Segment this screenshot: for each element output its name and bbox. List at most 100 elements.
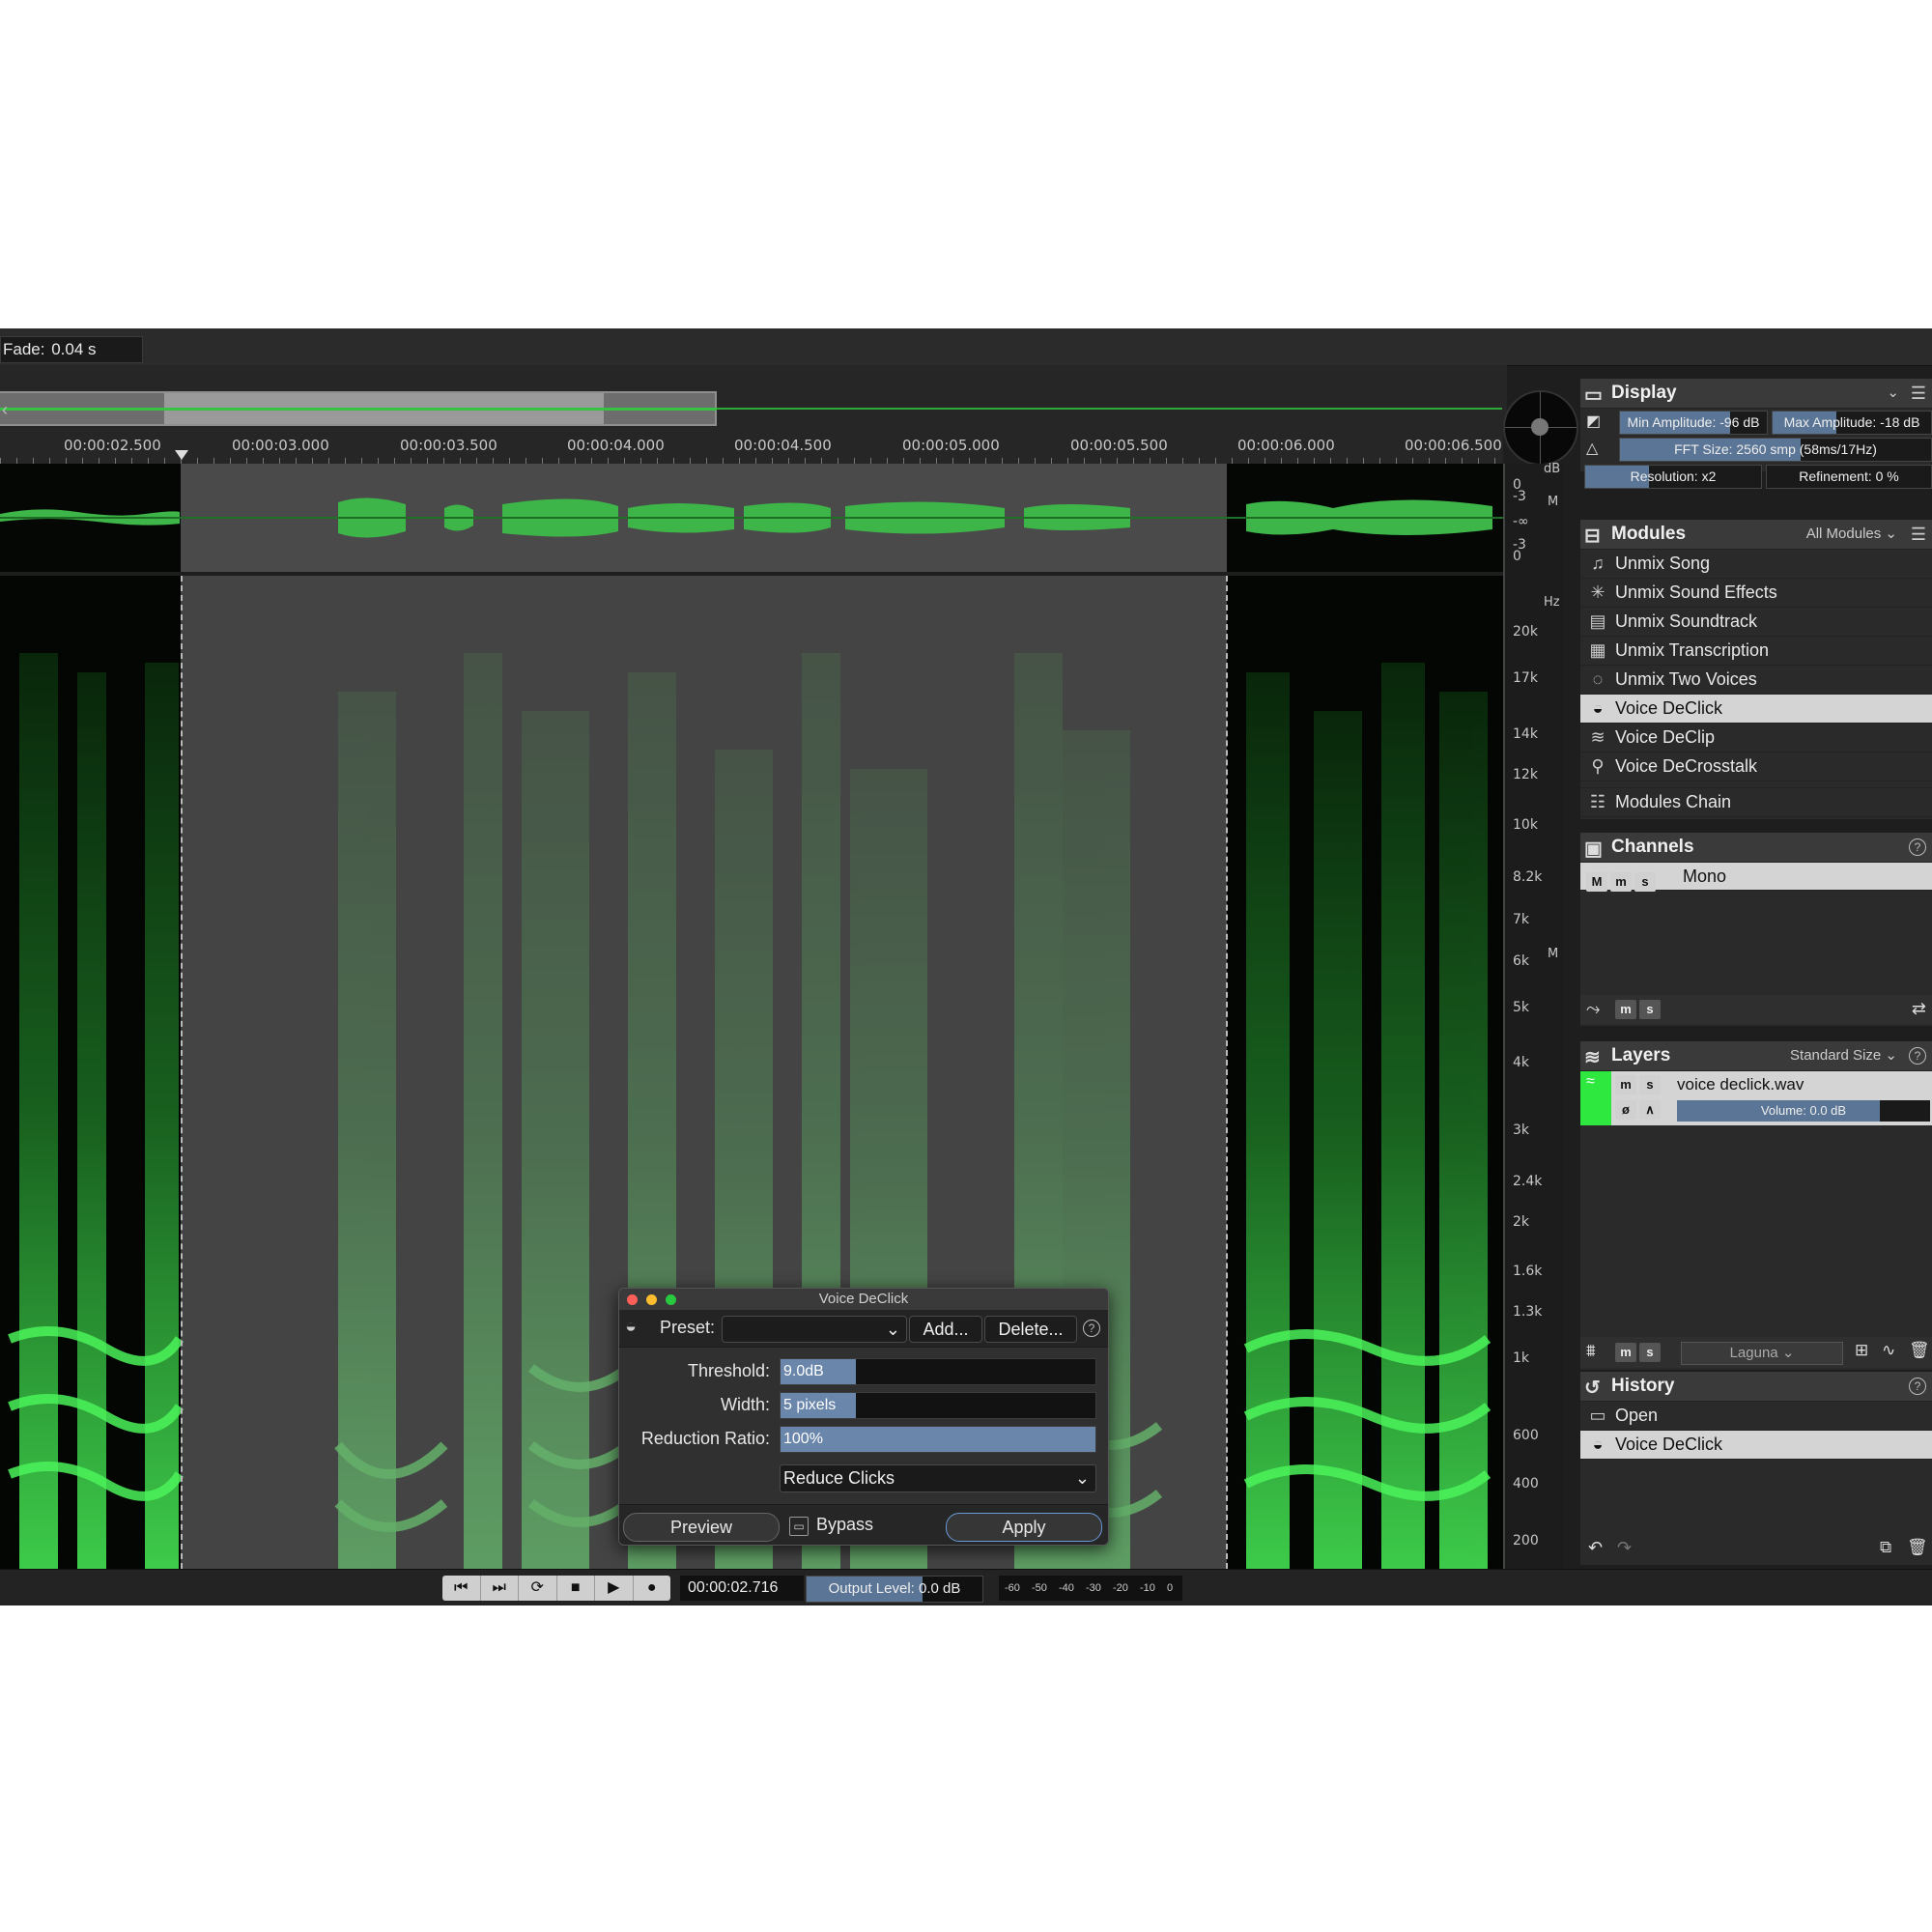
trash-icon[interactable]: 🗑 xyxy=(1907,1538,1928,1557)
waveform-view[interactable] xyxy=(0,464,1503,572)
min-amplitude-slider[interactable]: Min Amplitude: -96 dB xyxy=(1619,411,1768,435)
layer-solo-button[interactable]: s xyxy=(1639,1075,1661,1094)
width-slider[interactable]: 5 pixels xyxy=(780,1392,1096,1419)
spectrogram-navigator[interactable] xyxy=(1503,390,1578,466)
history-item-declick[interactable]: ◒ Voice DeClick xyxy=(1580,1431,1932,1460)
hz-axis-label: 1.6k xyxy=(1513,1264,1543,1279)
level-meter: -60 -50 -40 -30 -20 -10 0 xyxy=(999,1576,1182,1601)
overview-timeline[interactable]: ‹ xyxy=(0,365,1507,431)
channel-solo-button[interactable]: s xyxy=(1634,872,1656,892)
module-item[interactable]: ≋ Voice DeClip xyxy=(1580,724,1932,753)
layer-mute-button[interactable]: m xyxy=(1615,1075,1636,1094)
module-item[interactable]: ⚲ Voice DeCrosstalk xyxy=(1580,753,1932,781)
envelope-icon[interactable]: ∧ xyxy=(1639,1100,1661,1120)
menu-icon[interactable]: ☰ xyxy=(1911,520,1926,549)
play-icon[interactable]: ▶ xyxy=(595,1576,634,1601)
module-item[interactable]: ◒ Voice DeClick xyxy=(1580,695,1932,724)
module-item[interactable]: ▦ Unmix Transcription xyxy=(1580,637,1932,666)
selection-end-line[interactable] xyxy=(1226,576,1228,1569)
skip-start-icon[interactable]: ⏮ xyxy=(442,1576,481,1601)
playhead-marker[interactable] xyxy=(175,450,188,460)
preset-add-button[interactable]: Add... xyxy=(909,1316,982,1343)
modules-header[interactable]: ⊟ Modules All Modules ⌄ ☰ xyxy=(1580,520,1932,550)
display-header[interactable]: ▭ Display ⌄ ☰ xyxy=(1580,379,1932,409)
dialog-titlebar[interactable]: Voice DeClick xyxy=(619,1289,1108,1310)
preset-select[interactable]: ⌄ xyxy=(722,1316,907,1343)
layers-mute-all[interactable]: m xyxy=(1615,1343,1636,1362)
layer-volume-slider[interactable]: Volume: 0.0 dB xyxy=(1677,1100,1930,1122)
stop-icon[interactable]: ■ xyxy=(557,1576,595,1601)
module-item[interactable]: ▤ Unmix Soundtrack xyxy=(1580,608,1932,637)
channel-mute-button[interactable]: m xyxy=(1610,872,1632,892)
layer-preset-select[interactable]: Laguna ⌄ xyxy=(1681,1342,1843,1365)
help-icon[interactable]: ? xyxy=(1909,1047,1926,1065)
layer-size-select[interactable]: Standard Size ⌄ xyxy=(1790,1041,1897,1070)
modules-chain-item[interactable]: ☷ Modules Chain xyxy=(1580,787,1932,817)
help-icon[interactable]: ? xyxy=(1909,838,1926,856)
bypass-icon[interactable]: ▭ xyxy=(789,1517,809,1536)
skip-end-icon[interactable]: ⏭ xyxy=(481,1576,519,1601)
close-icon[interactable] xyxy=(627,1294,638,1305)
layer-color-swatch[interactable] xyxy=(1580,1071,1611,1125)
threshold-label: Threshold: xyxy=(687,1361,770,1380)
bypass-label[interactable]: Bypass xyxy=(816,1515,873,1535)
module-item[interactable]: ✳ Unmix Sound Effects xyxy=(1580,579,1932,608)
clapper-icon: ▤ xyxy=(1589,611,1606,631)
zoom-icon[interactable] xyxy=(666,1294,676,1305)
minimize-icon[interactable] xyxy=(646,1294,657,1305)
channels-header[interactable]: ▣ Channels ? xyxy=(1580,833,1932,863)
meter-label: -10 xyxy=(1140,1582,1155,1594)
channel-m-button[interactable]: M xyxy=(1586,872,1607,892)
help-icon[interactable]: ? xyxy=(1909,1378,1926,1395)
channel-row-mono[interactable]: Mms Mono xyxy=(1580,863,1932,892)
channels-solo-all[interactable]: s xyxy=(1639,1000,1661,1019)
layer-row[interactable]: ≈ ms voice declick.wav ø ∧ Volume: 0.0 dB xyxy=(1580,1071,1932,1125)
fade-field[interactable]: Fade: 0.04 s xyxy=(0,336,143,363)
fft-size-slider[interactable]: FFT Size: 2560 smp (58ms/17Hz) xyxy=(1619,438,1932,462)
phase-invert-icon[interactable]: ø xyxy=(1615,1100,1636,1120)
history-item-open[interactable]: ▭ Open xyxy=(1580,1402,1932,1431)
shuffle-icon[interactable]: ⇄ xyxy=(1912,999,1926,1019)
trash-icon[interactable]: 🗑 xyxy=(1909,1341,1930,1360)
refinement-slider[interactable]: Refinement: 0 % xyxy=(1766,465,1932,489)
layers-header[interactable]: ≋ Layers Standard Size ⌄ ? xyxy=(1580,1041,1932,1071)
modules-filter[interactable]: All Modules ⌄ xyxy=(1806,520,1897,549)
selection-start-line[interactable] xyxy=(181,576,183,1569)
record-icon[interactable]: ● xyxy=(634,1576,671,1601)
mode-select[interactable]: Reduce Clicks ⌄ xyxy=(780,1464,1096,1492)
help-icon[interactable]: ? xyxy=(1083,1320,1100,1337)
layers-solo-all[interactable]: s xyxy=(1639,1343,1661,1362)
meter-label: -50 xyxy=(1032,1582,1047,1594)
add-layer-icon[interactable]: ⊞ xyxy=(1855,1341,1868,1360)
meter-label: -40 xyxy=(1059,1582,1074,1594)
layers-title: Layers xyxy=(1611,1045,1671,1065)
layers-stack-icon[interactable]: ⩩ xyxy=(1586,1341,1596,1361)
wave-channel-label: M xyxy=(1548,495,1559,509)
menu-icon[interactable]: ☰ xyxy=(1911,379,1926,408)
channels-mute-all[interactable]: m xyxy=(1615,1000,1636,1019)
scroll-left-icon[interactable]: ‹ xyxy=(2,400,8,420)
preview-button[interactable]: Preview xyxy=(623,1513,780,1542)
amplitude-frequency-axis: dB M Hz M 0 -3 -∞ -3 0 20k 17k 14k 12k 10k 8.2k 7k 6… xyxy=(1503,462,1563,1569)
module-item[interactable]: ◌ Unmix Two Voices xyxy=(1580,666,1932,695)
hz-axis-label: 20k xyxy=(1513,624,1538,639)
loop-icon[interactable]: ⟳ xyxy=(519,1576,557,1601)
route-icon[interactable]: ⤳ xyxy=(1586,999,1600,1019)
module-item[interactable]: ♫ Unmix Song xyxy=(1580,550,1932,579)
max-amplitude-slider[interactable]: Max Amplitude: -18 dB xyxy=(1772,411,1932,435)
history-header[interactable]: ↺ History ? xyxy=(1580,1372,1932,1402)
chevron-down-icon[interactable]: ⌄ xyxy=(1887,379,1899,408)
reduction-ratio-slider[interactable]: 100% xyxy=(780,1426,1096,1453)
output-level-slider[interactable]: Output Level: 0.0 dB xyxy=(806,1576,983,1603)
preset-delete-button[interactable]: Delete... xyxy=(984,1316,1077,1343)
apply-button[interactable]: Apply xyxy=(946,1513,1102,1542)
threshold-slider[interactable]: 9.0dB xyxy=(780,1358,1096,1385)
hz-axis-label: 6k xyxy=(1513,953,1530,969)
history-icon: ↺ xyxy=(1584,1378,1601,1399)
redo-icon[interactable]: ↷ xyxy=(1617,1538,1632,1558)
resolution-slider[interactable]: Resolution: x2 xyxy=(1584,465,1762,489)
time-ruler[interactable]: 00:00:02.500 00:00:03.000 00:00:03.500 00:0… xyxy=(0,431,1503,464)
copy-icon[interactable]: ⧉ xyxy=(1880,1538,1891,1557)
waveform-add-icon[interactable]: ∿ xyxy=(1882,1341,1895,1360)
undo-icon[interactable]: ↶ xyxy=(1588,1538,1603,1558)
